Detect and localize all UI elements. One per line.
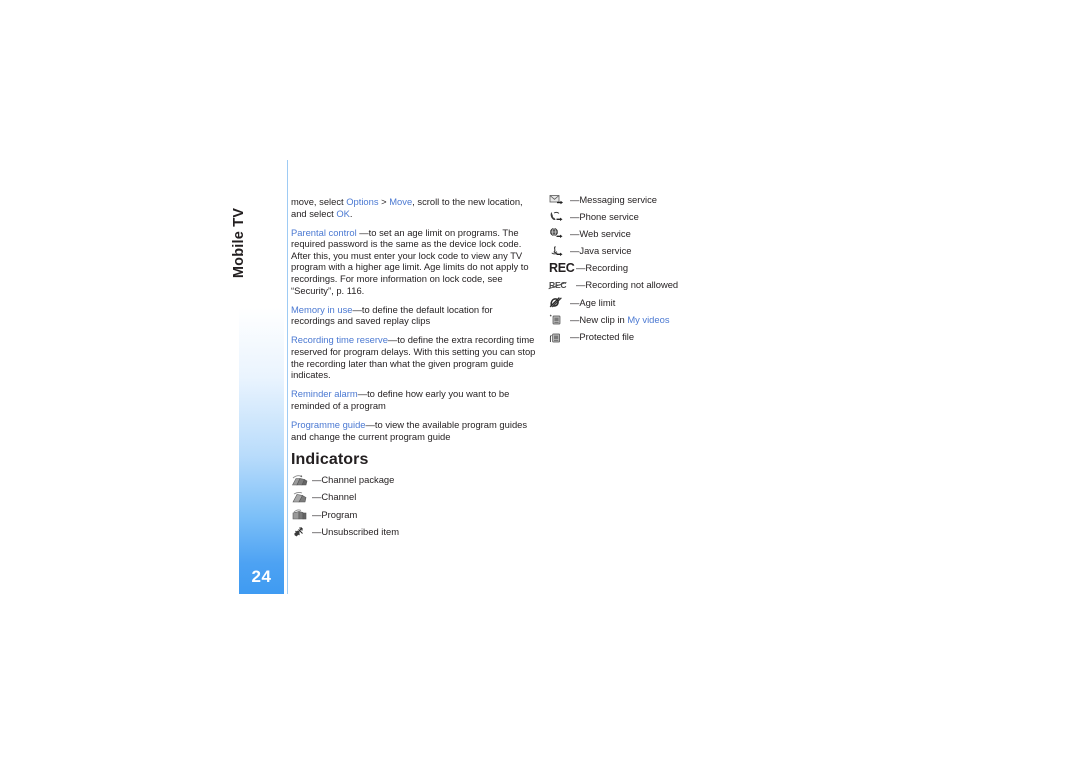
recording-glyph-text: REC bbox=[549, 261, 575, 276]
list-item: —Channel bbox=[291, 491, 537, 504]
indicator-label: —Recording not allowed bbox=[576, 279, 679, 291]
indicator-label: —Protected file bbox=[570, 331, 635, 342]
text-run: > bbox=[378, 196, 390, 207]
section-heading-indicators: Indicators bbox=[291, 451, 369, 469]
list-item: —Program bbox=[291, 508, 537, 521]
column-divider-rule bbox=[287, 160, 288, 594]
paragraph-recording-time-reserve: Recording time reserve—to define the ext… bbox=[291, 334, 537, 380]
indicator-label: —Phone service bbox=[570, 210, 639, 222]
right-text-column: —Messaging service —Phone service —Web s… bbox=[549, 193, 849, 348]
indicator-label: —Web service bbox=[570, 227, 631, 239]
list-item: —Unsubscribed item bbox=[291, 525, 537, 538]
list-item: —New clip in My videos bbox=[549, 313, 849, 326]
java-service-icon bbox=[549, 245, 569, 258]
link-parental-control[interactable]: Parental control bbox=[291, 227, 357, 238]
indicator-label: —Messaging service bbox=[570, 193, 658, 205]
age-limit-icon bbox=[549, 296, 569, 309]
list-item: —Protected file bbox=[549, 331, 849, 344]
new-clip-icon bbox=[549, 313, 569, 326]
link-ok[interactable]: OK bbox=[336, 208, 350, 219]
indicator-label: —Java service bbox=[570, 245, 632, 257]
channel-icon bbox=[291, 491, 311, 504]
list-item: —Age limit bbox=[549, 296, 849, 309]
list-item: —Web service bbox=[549, 227, 849, 240]
page-number: 24 bbox=[251, 567, 272, 586]
recording-not-allowed-glyph-text: REC bbox=[549, 280, 567, 291]
link-my-videos[interactable]: My videos bbox=[627, 314, 669, 325]
indicator-label: —Recording bbox=[576, 262, 629, 274]
text-run: move, select bbox=[291, 196, 347, 207]
indicator-label: —Age limit bbox=[570, 296, 616, 308]
indicator-list-left: —Channel package —Channel —Program —Unsu… bbox=[291, 474, 537, 539]
list-item: —Phone service bbox=[549, 210, 849, 223]
indicator-list-right: —Messaging service —Phone service —Web s… bbox=[549, 193, 849, 344]
indicator-label: —Channel package bbox=[312, 474, 395, 486]
recording-not-allowed-icon: REC bbox=[549, 279, 573, 292]
unsubscribed-item-icon bbox=[291, 525, 311, 538]
paragraph-parental-control: Parental control —to set an age limit on… bbox=[291, 227, 537, 297]
list-item: REC —Recording not allowed bbox=[549, 279, 849, 292]
document-page: 24 Mobile TV move, select Options > Move… bbox=[0, 0, 1080, 763]
program-icon bbox=[291, 508, 311, 521]
link-recording-time-reserve[interactable]: Recording time reserve bbox=[291, 334, 388, 345]
list-item: —Channel package bbox=[291, 474, 537, 487]
link-move[interactable]: Move bbox=[389, 196, 412, 207]
list-item: —Messaging service bbox=[549, 193, 849, 206]
list-item: REC —Recording bbox=[549, 262, 849, 275]
indicator-label: —New clip in My videos bbox=[570, 314, 670, 326]
link-memory-in-use[interactable]: Memory in use bbox=[291, 304, 352, 315]
indicator-label: —Channel bbox=[312, 491, 357, 503]
paragraph-memory-in-use: Memory in use—to define the default loca… bbox=[291, 304, 537, 327]
link-programme-guide[interactable]: Programme guide bbox=[291, 419, 366, 430]
list-item: —Java service bbox=[549, 245, 849, 258]
text-run: . bbox=[349, 207, 353, 219]
web-service-icon bbox=[549, 227, 569, 240]
indicator-label: —Program bbox=[312, 508, 358, 520]
phone-service-icon bbox=[549, 210, 569, 223]
messaging-service-icon bbox=[549, 193, 569, 206]
paragraph-move-instruction: move, select Options > Move, scroll to t… bbox=[291, 196, 537, 219]
link-options[interactable]: Options bbox=[346, 196, 378, 207]
running-head: Mobile TV bbox=[231, 207, 247, 279]
channel-package-icon bbox=[291, 474, 311, 487]
indicator-label-text: —New clip in bbox=[570, 313, 628, 325]
paragraph-reminder-alarm: Reminder alarm—to define how early you w… bbox=[291, 388, 537, 411]
left-text-column: move, select Options > Move, scroll to t… bbox=[291, 196, 537, 543]
indicator-label: —Unsubscribed item bbox=[312, 525, 400, 537]
protected-file-icon bbox=[549, 331, 569, 344]
paragraph-programme-guide: Programme guide—to view the available pr… bbox=[291, 419, 537, 442]
link-reminder-alarm[interactable]: Reminder alarm bbox=[291, 388, 358, 399]
recording-icon: REC bbox=[549, 261, 575, 276]
